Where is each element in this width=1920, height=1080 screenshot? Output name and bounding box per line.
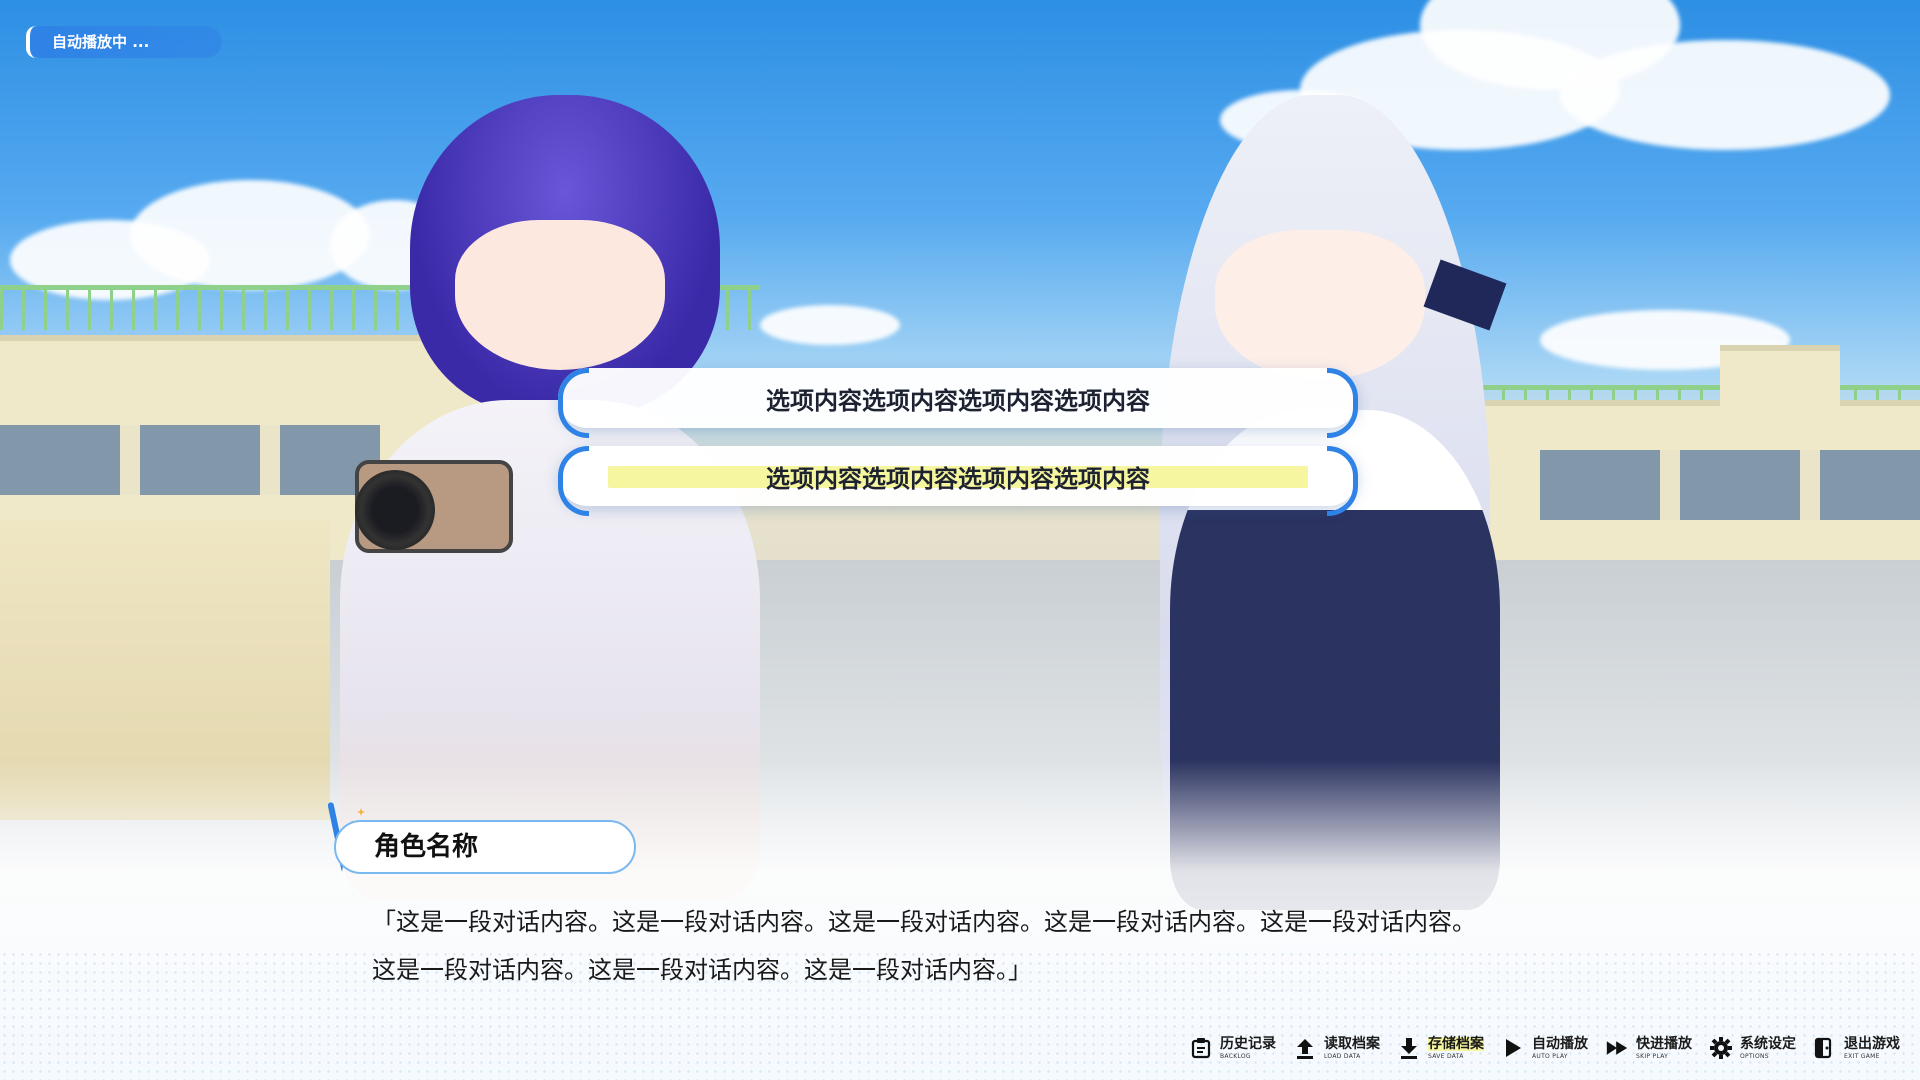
dialogue-text[interactable]: 「这是一段对话内容。这是一段对话内容。这是一段对话内容。这是一段对话内容。这是一… bbox=[372, 898, 1652, 994]
auto-play-sublabel: AUTO PLAY bbox=[1532, 1052, 1568, 1060]
save-data-button[interactable]: 存储档案 SAVE DATA bbox=[1398, 1035, 1484, 1060]
exit-icon bbox=[1814, 1037, 1836, 1059]
skip-play-label: 快进播放 bbox=[1636, 1035, 1692, 1052]
options-sublabel: OPTIONS bbox=[1740, 1052, 1769, 1060]
skip-play-button[interactable]: 快进播放 SKIP PLAY bbox=[1606, 1037, 1692, 1060]
load-data-sublabel: LOAD DATA bbox=[1324, 1052, 1361, 1060]
choice-option-1[interactable]: 选项内容选项内容选项内容选项内容 bbox=[558, 368, 1358, 438]
speaker-name: 角色名称 bbox=[374, 832, 479, 862]
clipboard-icon bbox=[1190, 1037, 1212, 1059]
load-data-label: 读取档案 bbox=[1324, 1035, 1380, 1052]
play-icon bbox=[1502, 1037, 1524, 1059]
fast-forward-icon bbox=[1606, 1037, 1628, 1059]
download-icon bbox=[1398, 1037, 1420, 1059]
dialogue-line-2: 这是一段对话内容。这是一段对话内容。这是一段对话内容。」 bbox=[372, 956, 1032, 984]
auto-play-status: 自动播放中 ... bbox=[26, 26, 222, 58]
quick-menu: 历史记录 BACKLOG 读取档案 LOAD DATA 存储档案 SAVE DATA … bbox=[1190, 1028, 1900, 1068]
options-button[interactable]: 系统设定 OPTIONS bbox=[1710, 1037, 1796, 1060]
options-label: 系统设定 bbox=[1740, 1035, 1796, 1052]
choice-option-2[interactable]: 选项内容选项内容选项内容选项内容 bbox=[558, 446, 1358, 516]
speaker-name-box: 角色名称 bbox=[334, 820, 636, 874]
dialogue-line-1: 「这是一段对话内容。这是一段对话内容。这是一段对话内容。这是一段对话内容。这是一… bbox=[372, 908, 1476, 936]
backlog-sublabel: BACKLOG bbox=[1220, 1052, 1251, 1060]
backlog-button[interactable]: 历史记录 BACKLOG bbox=[1190, 1037, 1276, 1060]
save-data-sublabel: SAVE DATA bbox=[1428, 1052, 1464, 1060]
load-data-button[interactable]: 读取档案 LOAD DATA bbox=[1294, 1037, 1380, 1060]
choice-option-1-text: 选项内容选项内容选项内容选项内容 bbox=[766, 386, 1150, 415]
upload-icon bbox=[1294, 1037, 1316, 1059]
skip-play-sublabel: SKIP PLAY bbox=[1636, 1052, 1669, 1060]
auto-play-status-label: 自动播放中 ... bbox=[52, 33, 150, 51]
camera-lens bbox=[355, 470, 435, 550]
exit-game-button[interactable]: 退出游戏 EXIT GAME bbox=[1814, 1037, 1900, 1060]
gear-icon bbox=[1710, 1037, 1732, 1059]
character-left-face bbox=[455, 220, 665, 370]
character-right-face bbox=[1215, 230, 1425, 380]
auto-play-label: 自动播放 bbox=[1532, 1035, 1588, 1052]
exit-game-sublabel: EXIT GAME bbox=[1844, 1052, 1880, 1060]
choice-option-2-text: 选项内容选项内容选项内容选项内容 bbox=[766, 464, 1150, 493]
backlog-label: 历史记录 bbox=[1220, 1035, 1276, 1052]
auto-play-button[interactable]: 自动播放 AUTO PLAY bbox=[1502, 1037, 1588, 1060]
exit-game-label: 退出游戏 bbox=[1844, 1035, 1900, 1052]
save-data-label: 存储档案 bbox=[1428, 1035, 1484, 1052]
